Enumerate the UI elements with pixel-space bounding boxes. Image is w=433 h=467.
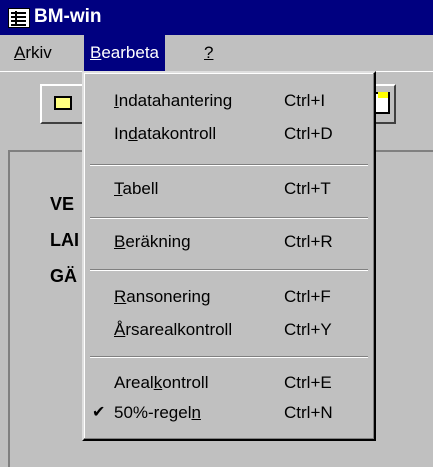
label-accel: d xyxy=(128,124,138,143)
content-label-lai: LAI xyxy=(50,230,79,250)
label-accel: Å xyxy=(114,320,126,339)
label-post: ansonering xyxy=(126,287,211,306)
menu-item-shortcut: Ctrl+R xyxy=(284,232,333,251)
open-button[interactable] xyxy=(40,84,84,124)
menu-item-shortcut: Ctrl+D xyxy=(284,124,333,143)
menu-separator xyxy=(90,356,368,358)
label-post: eräkning xyxy=(125,232,191,251)
menu-item-label: Årsarealkontroll xyxy=(114,316,232,344)
window-title: BM-win xyxy=(34,6,102,27)
label-pre: Areal xyxy=(114,373,154,392)
app-window: BM-win Arkiv Bearbeta ? VE LAI GÄ Indata… xyxy=(0,0,433,467)
menu-item-arealkontroll[interactable]: Arealkontroll Ctrl+E xyxy=(84,369,374,397)
label-accel: R xyxy=(114,287,127,306)
menu-bearbeta-accel: B xyxy=(90,43,102,62)
menu-item-label: Ransonering xyxy=(114,283,210,311)
menu-item-label: 50%-regeln xyxy=(114,399,201,427)
menu-item-label: Beräkning xyxy=(114,228,191,256)
label-post: abell xyxy=(122,179,159,198)
label-post: rsarealkontroll xyxy=(125,320,233,339)
menu-item-label: Indatakontroll xyxy=(114,120,216,148)
menu-item-label: Tabell xyxy=(114,175,158,203)
label-accel: k xyxy=(153,373,163,392)
menu-arkiv-accel: A xyxy=(14,43,26,62)
content-label-ga: GÄ xyxy=(50,266,77,286)
content-label-ve: VE xyxy=(50,194,75,214)
menu-separator xyxy=(90,269,368,271)
menu-separator xyxy=(90,164,368,166)
menu-item-shortcut: Ctrl+T xyxy=(284,179,331,198)
menu-arkiv-post: rkiv xyxy=(25,43,52,62)
checkmark-icon: ✔ xyxy=(92,404,106,421)
menu-item-arsarealkontroll[interactable]: Årsarealkontroll Ctrl+Y xyxy=(84,316,374,344)
menu-item-berakning[interactable]: Beräkning Ctrl+R xyxy=(84,228,374,256)
menu-item-shortcut: Ctrl+F xyxy=(284,287,331,306)
menu-arkiv[interactable]: Arkiv xyxy=(10,35,56,71)
menu-bearbeta-post: earbeta xyxy=(101,43,160,62)
menu-item-shortcut: Ctrl+I xyxy=(284,91,326,110)
menu-item-shortcut: Ctrl+Y xyxy=(284,320,332,339)
menu-item-shortcut: Ctrl+N xyxy=(284,403,333,422)
app-icon[interactable] xyxy=(8,8,30,28)
label-pre: 50%-regel xyxy=(114,403,192,422)
menu-help[interactable]: ? xyxy=(200,35,217,71)
label-post: ndatahantering xyxy=(118,91,233,110)
menu-item-indatahantering[interactable]: Indatahantering Ctrl+I xyxy=(84,87,374,115)
menu-item-indatakontroll[interactable]: Indatakontroll Ctrl+D xyxy=(84,120,374,148)
label-accel: B xyxy=(114,232,126,251)
label-pre: In xyxy=(114,124,129,143)
menu-item-50-regeln[interactable]: ✔ 50%-regeln Ctrl+N xyxy=(84,399,374,427)
label-accel: n xyxy=(191,403,201,422)
title-bar[interactable]: BM-win xyxy=(0,0,433,35)
menu-item-label: Arealkontroll xyxy=(114,369,209,397)
menu-separator xyxy=(90,217,368,219)
label-post: atakontroll xyxy=(137,124,217,143)
folder-open-icon xyxy=(54,96,72,110)
menu-bearbeta[interactable]: Bearbeta xyxy=(84,35,166,71)
menu-item-label: Indatahantering xyxy=(114,87,232,115)
menu-bar: Arkiv Bearbeta ? xyxy=(0,35,433,71)
menu-item-ransonering[interactable]: Ransonering Ctrl+F xyxy=(84,283,374,311)
bearbeta-dropdown-menu: Indatahantering Ctrl+I Indatakontroll Ct… xyxy=(82,71,376,441)
menu-item-tabell[interactable]: Tabell Ctrl+T xyxy=(84,175,374,203)
menu-item-shortcut: Ctrl+E xyxy=(284,373,332,392)
label-accel: T xyxy=(114,179,123,198)
menu-help-accel: ? xyxy=(204,43,214,62)
label-post: ontroll xyxy=(162,373,209,392)
